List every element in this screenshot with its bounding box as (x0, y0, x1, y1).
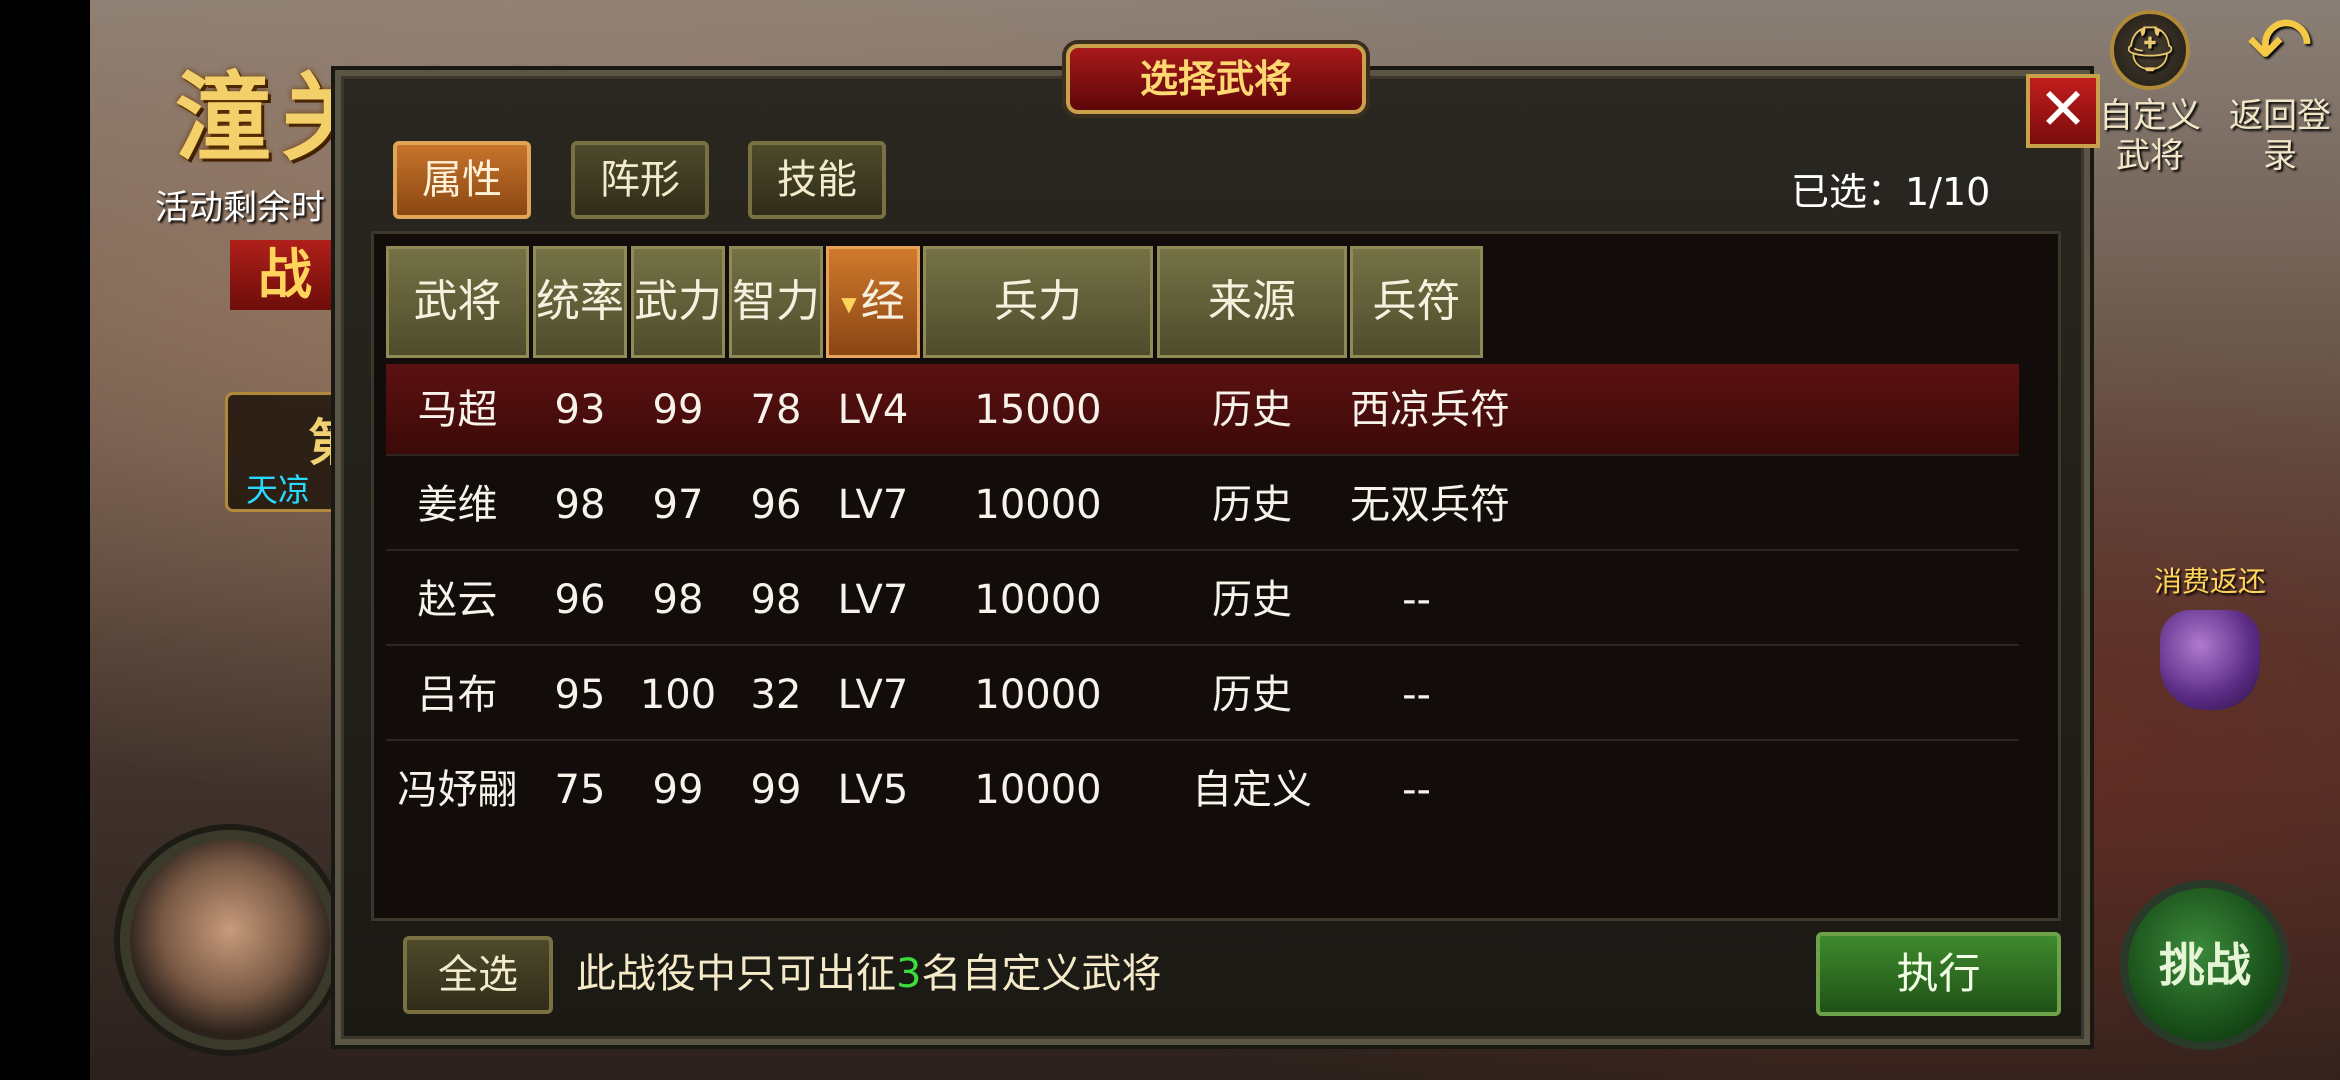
column-header-troops[interactable]: 兵力 (923, 246, 1153, 358)
cell-troops: 10000 (974, 672, 1102, 718)
back-arrow-icon: ↶ (2246, 0, 2314, 92)
spend-rebate-button[interactable]: 消费返还 (2140, 560, 2280, 710)
general-table: 武将 统率 武力 智力 ▼经验 兵力 来源 兵符 马超 93 99 78 LV4 1500… (371, 231, 2061, 921)
cell-name: 马超 (417, 387, 498, 433)
battle-tag: 战 (230, 240, 340, 310)
tab-attributes[interactable]: 属性 (393, 141, 531, 219)
cell-force: 99 (652, 767, 704, 813)
column-header-intellect[interactable]: 智力 (729, 246, 823, 358)
tab-skills[interactable]: 技能 (748, 141, 886, 219)
cell-name: 吕布 (417, 672, 498, 718)
column-header-name[interactable]: 武将 (386, 246, 529, 358)
table-row[interactable]: 马超 93 99 78 LV4 15000 历史 西凉兵符 (386, 364, 2019, 456)
column-header-token[interactable]: 兵符 (1350, 246, 1483, 358)
player-avatar[interactable] (120, 830, 340, 1050)
left-black-bar (0, 0, 90, 1080)
tab-formation[interactable]: 阵形 (571, 141, 709, 219)
cell-exp: LV5 (837, 767, 909, 813)
selected-count: 已选：1/10 (1791, 170, 1991, 214)
table-row[interactable]: 吕布 95 100 32 LV7 10000 历史 -- (386, 649, 2019, 741)
cell-force: 98 (652, 577, 704, 623)
challenge-button[interactable]: 挑战 (2120, 880, 2290, 1050)
cell-token: 西凉兵符 (1350, 387, 1510, 433)
cell-intellect: 96 (750, 482, 802, 528)
dialog-title: 选择武将 (1066, 44, 1366, 114)
cell-source: 历史 (1212, 482, 1292, 528)
custom-general-label: 自定义武将 (2099, 96, 2201, 176)
column-header-source[interactable]: 来源 (1157, 246, 1347, 358)
cell-intellect: 99 (750, 767, 802, 813)
cell-command: 93 (554, 387, 606, 433)
event-countdown-label: 活动剩余时 (155, 188, 325, 228)
cell-exp: LV7 (837, 482, 909, 528)
custom-general-button[interactable]: ⛑ 自定义武将 (2095, 10, 2205, 176)
cell-intellect: 32 (750, 672, 802, 718)
table-row[interactable]: 赵云 96 98 98 LV7 10000 历史 -- (386, 554, 2019, 646)
cell-token: 无双兵符 (1350, 482, 1510, 528)
notice-suffix: 名自定义武将 (921, 951, 1162, 997)
cell-force: 97 (652, 482, 704, 528)
column-header-command[interactable]: 统率 (533, 246, 627, 358)
general-helmet-icon: ⛑ (2110, 10, 2190, 90)
cell-command: 75 (554, 767, 606, 813)
cell-token: -- (1402, 767, 1431, 813)
column-header-force[interactable]: 武力 (631, 246, 725, 358)
cell-exp: LV7 (837, 577, 909, 623)
cell-intellect: 78 (750, 387, 802, 433)
cell-command: 96 (554, 577, 606, 623)
back-login-button[interactable]: ↶ 返回登录 (2225, 0, 2335, 177)
spend-rebate-label: 消费返还 (2153, 565, 2266, 598)
cell-troops: 10000 (974, 577, 1102, 623)
table-row[interactable]: 冯妤翤 75 99 99 LV5 10000 自定义 -- (386, 744, 2019, 814)
close-icon[interactable]: ✕ (2026, 74, 2100, 148)
execute-button[interactable]: 执行 (1816, 932, 2061, 1016)
back-login-label: 返回登录 (2229, 96, 2331, 176)
cell-token: -- (1402, 577, 1431, 623)
sort-desc-icon: ▼ (841, 292, 857, 316)
select-all-button[interactable]: 全选 (403, 936, 553, 1014)
cell-intellect: 98 (750, 577, 802, 623)
cell-troops: 10000 (974, 482, 1102, 528)
cell-exp: LV4 (837, 387, 909, 433)
cell-force: 99 (652, 387, 704, 433)
cell-name: 赵云 (417, 577, 498, 623)
cell-source: 历史 (1212, 577, 1292, 623)
cell-troops: 10000 (974, 767, 1102, 813)
notice-number: 3 (896, 951, 922, 997)
cell-command: 98 (554, 482, 606, 528)
select-general-dialog: 选择武将 ✕ 属性 阵形 技能 已选：1/10 武将 统率 武力 智力 ▼经验 … (335, 44, 2100, 1045)
cell-force: 100 (639, 672, 717, 718)
table-body: 马超 93 99 78 LV4 15000 历史 西凉兵符姜维 98 97 96 LV7 10000 历史… (386, 364, 2019, 814)
cell-source: 自定义 (1192, 767, 1312, 813)
stage-name: 天凉 (246, 471, 311, 509)
column-header-exp[interactable]: ▼经验 (826, 246, 920, 435)
cell-troops: 15000 (974, 387, 1102, 433)
table-row[interactable]: 姜维 98 97 96 LV7 10000 历史 无双兵符 (386, 459, 2019, 551)
cell-source: 历史 (1212, 672, 1292, 718)
cell-token: -- (1402, 672, 1431, 718)
notice-prefix: 此战役中只可出征 (576, 951, 896, 997)
cell-name: 冯妤翤 (397, 767, 518, 813)
cell-command: 95 (554, 672, 606, 718)
cell-source: 历史 (1212, 387, 1292, 433)
gift-bag-icon (2160, 610, 2260, 710)
custom-general-limit-notice: 此战役中只可出征3名自定义武将 (576, 946, 1161, 1002)
cell-exp: LV7 (837, 672, 909, 718)
cell-name: 姜维 (417, 482, 498, 528)
